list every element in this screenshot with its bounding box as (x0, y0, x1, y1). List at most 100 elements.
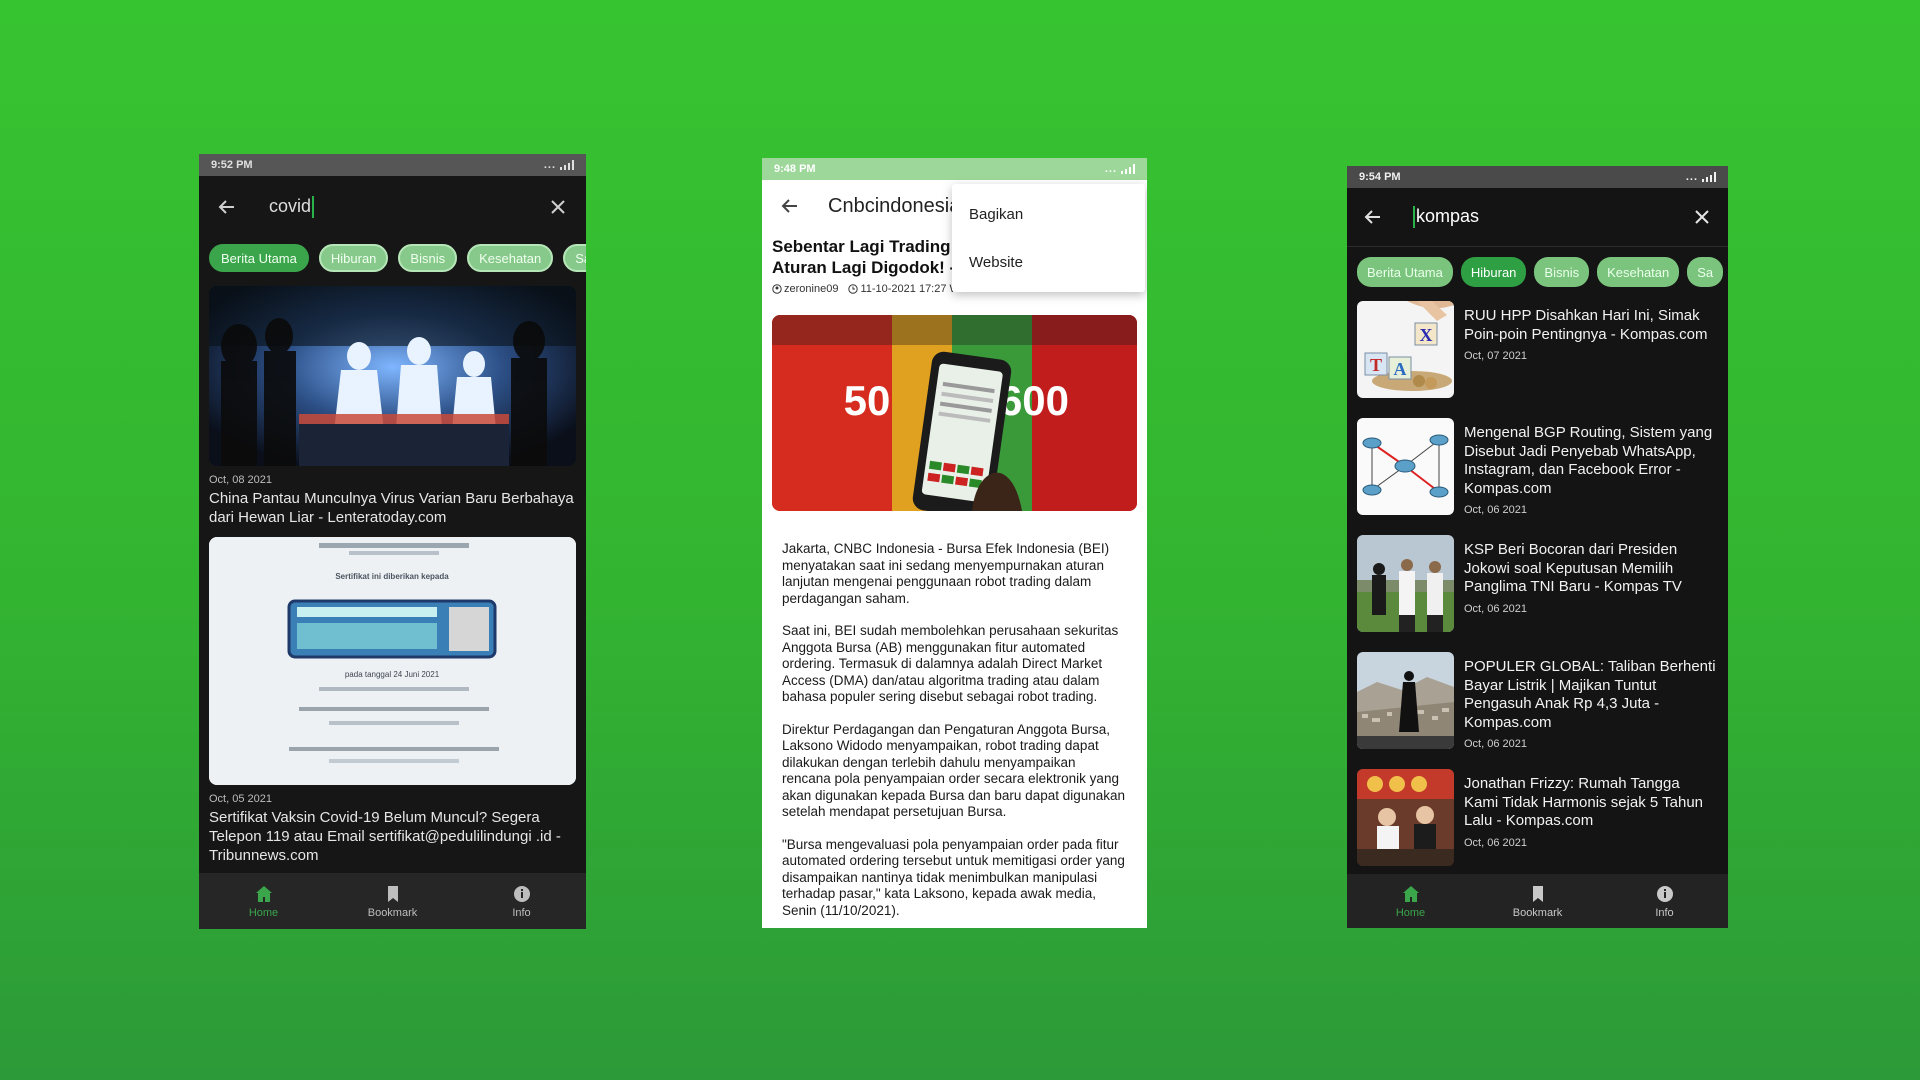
status-icons: ... (1686, 171, 1716, 183)
phone-article-detail: 9:48 PM ... Cnbcindonesia Sebentar Lagi … (762, 158, 1147, 928)
article-author: zeronine09 (772, 283, 838, 295)
list-item[interactable]: Jonathan Frizzy: Rumah Tangga Kami Tidak… (1357, 769, 1718, 876)
bottom-navigation: Home Bookmark Info (1347, 874, 1728, 928)
news-image-certificate: Sertifikat ini diberikan kepada pada tan… (209, 537, 576, 785)
list-item-text: Jonathan Frizzy: Rumah Tangga Kami Tidak… (1464, 769, 1718, 876)
article-paragraph: Saat ini, BEI sudah membolehkan perusaha… (782, 623, 1119, 704)
thumb-jokowi (1357, 535, 1454, 632)
nav-info-label: Info (1655, 906, 1674, 919)
list-item-text: RUU HPP Disahkan Hari Ini, Simak Poin-po… (1464, 301, 1718, 408)
status-time: 9:48 PM (774, 163, 816, 175)
chip-hiburan[interactable]: Hiburan (1460, 257, 1527, 287)
status-bar: 9:54 PM ... (1347, 166, 1728, 188)
bottom-navigation: Home Bookmark Info (199, 873, 586, 929)
chip-hiburan[interactable]: Hiburan (318, 244, 389, 272)
chip-berita-utama[interactable]: Berita Utama (1357, 257, 1453, 287)
bookmark-icon (1532, 885, 1543, 902)
list-item-date: Oct, 06 2021 (1464, 504, 1527, 516)
list-item-text: POPULER GLOBAL: Taliban Berhenti Bayar L… (1464, 652, 1718, 759)
search-query: kompas (1416, 205, 1480, 226)
category-chips: Berita Utama Hiburan Bisnis Kesehatan Sa (1347, 247, 1728, 297)
list-item-date: Oct, 07 2021 (1464, 350, 1527, 362)
text-caret (312, 196, 315, 219)
bookmark-icon (387, 885, 398, 902)
status-icons: ... (544, 159, 574, 171)
back-arrow-icon[interactable] (213, 193, 241, 221)
article-hero-image: 50 600 (772, 315, 1137, 511)
nav-bookmark[interactable]: Bookmark (343, 884, 443, 919)
nav-home[interactable]: Home (1361, 884, 1461, 919)
news-date: Oct, 05 2021 (209, 793, 272, 805)
list-item-text: Mengenal BGP Routing, Sistem yang Disebu… (1464, 418, 1718, 525)
article-paragraph: "Bursa mengevaluasi pola penyampaian ord… (782, 836, 1125, 918)
text-caret (1413, 206, 1415, 229)
chip-kesehatan[interactable]: Kesehatan (1597, 257, 1680, 287)
chip-bisnis[interactable]: Bisnis (398, 244, 458, 272)
clear-search-icon[interactable] (544, 193, 572, 221)
status-time: 9:54 PM (1359, 171, 1401, 183)
chip-sains[interactable]: Sa (1687, 257, 1724, 287)
list-item-date: Oct, 06 2021 (1464, 836, 1527, 849)
author-name: zeronine09 (784, 283, 839, 295)
news-title: China Pantau Munculnya Virus Varian Baru… (209, 490, 574, 526)
list-item[interactable]: Mengenal BGP Routing, Sistem yang Disebu… (1357, 418, 1718, 525)
nav-info[interactable]: Info (1615, 884, 1715, 919)
search-input[interactable]: kompas (1387, 205, 1688, 229)
info-icon (513, 885, 530, 902)
status-bar: 9:48 PM ... (762, 158, 1147, 180)
article-paragraph: Direktur Perdagangan dan Pengaturan Angg… (782, 721, 1126, 820)
tax-letter-t: T (1370, 355, 1382, 375)
list-item-title: Mengenal BGP Routing, Sistem yang Disebu… (1464, 424, 1713, 497)
list-item-text: KSP Beri Bocoran dari Presiden Jokowi so… (1464, 535, 1718, 642)
thumb-tax: T A X (1357, 301, 1454, 398)
tax-letter-a: A (1394, 359, 1407, 379)
signal-icon (1702, 172, 1716, 182)
tax-letter-x: X (1420, 325, 1433, 345)
thumb-kabul-city (1357, 652, 1454, 749)
notification-dots-icon: ... (543, 159, 556, 171)
source-title: Cnbcindonesia (828, 194, 961, 217)
info-icon (1656, 885, 1673, 902)
search-bar: covid (199, 176, 586, 238)
nav-home[interactable]: Home (214, 884, 314, 919)
nav-bookmark-label: Bookmark (1512, 906, 1563, 919)
overflow-menu: Bagikan Website (952, 184, 1145, 292)
signal-icon (560, 160, 574, 170)
phone-search-kompas: 9:54 PM ... kompas Berita Utama Hiburan … (1347, 166, 1728, 928)
clock-icon (848, 284, 859, 294)
chip-kesehatan[interactable]: Kesehatan (467, 244, 554, 272)
hero-number-left: 50 (844, 377, 891, 424)
menu-item-share[interactable]: Bagikan (952, 190, 1145, 238)
chip-bisnis[interactable]: Bisnis (1534, 257, 1590, 287)
nav-info[interactable]: Info (472, 884, 572, 919)
nav-bookmark[interactable]: Bookmark (1488, 884, 1588, 919)
search-results-list: T A X RUU HPP Disahkan Hari Ini, Simak P… (1347, 301, 1728, 876)
nav-home-label: Home (248, 906, 279, 919)
phone-search-covid: 9:52 PM ... covid Berita Utama Hiburan B… (199, 154, 586, 929)
article-body: Jakarta, CNBC Indonesia - Bursa Efek Ind… (762, 511, 1147, 919)
home-icon (255, 885, 272, 902)
notification-dots-icon: ... (1685, 171, 1698, 183)
category-chips: Berita Utama Hiburan Bisnis Kesehatan Sa (199, 238, 586, 278)
list-item[interactable]: T A X RUU HPP Disahkan Hari Ini, Simak P… (1357, 301, 1718, 408)
thumb-bgp-diagram (1357, 418, 1454, 515)
status-bar: 9:52 PM ... (199, 154, 586, 176)
menu-item-website[interactable]: Website (952, 238, 1145, 286)
news-date: Oct, 08 2021 (209, 474, 272, 486)
nav-home-label: Home (1395, 906, 1426, 919)
chip-sains[interactable]: Sa (563, 244, 586, 272)
search-query: covid (269, 195, 312, 216)
list-item-title: KSP Beri Bocoran dari Presiden Jokowi so… (1464, 541, 1682, 595)
nav-info-label: Info (512, 906, 531, 919)
signal-icon (1121, 164, 1135, 174)
user-icon (772, 284, 782, 294)
chip-berita-utama[interactable]: Berita Utama (209, 244, 309, 272)
search-input[interactable]: covid (241, 195, 544, 219)
list-item[interactable]: POPULER GLOBAL: Taliban Berhenti Bayar L… (1357, 652, 1718, 759)
list-item[interactable]: KSP Beri Bocoran dari Presiden Jokowi so… (1357, 535, 1718, 642)
news-card[interactable]: Sertifikat ini diberikan kepada pada tan… (209, 537, 576, 865)
back-arrow-icon[interactable] (776, 192, 804, 220)
back-arrow-icon[interactable] (1359, 203, 1387, 231)
clear-search-icon[interactable] (1688, 203, 1716, 231)
news-card[interactable]: Oct, 08 2021 China Pantau Munculnya Viru… (209, 286, 576, 527)
